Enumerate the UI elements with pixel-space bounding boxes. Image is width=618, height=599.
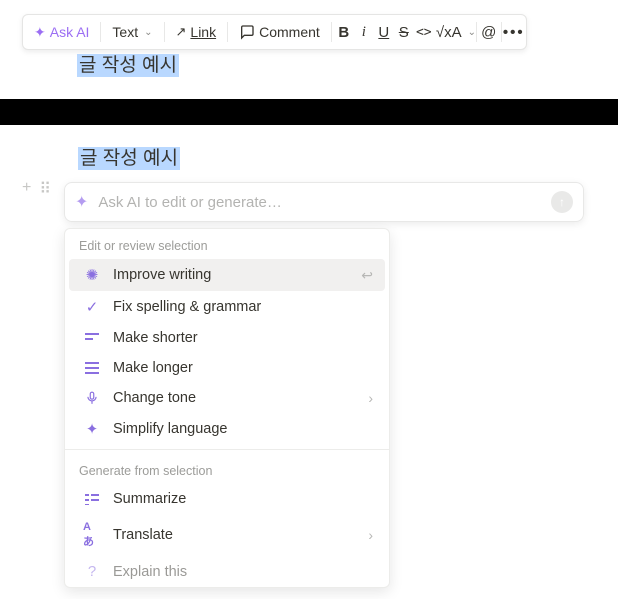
- translate-icon: Aあ: [83, 521, 101, 549]
- menu-label: Translate: [113, 527, 356, 543]
- image-separator: [0, 99, 618, 125]
- chevron-right-icon: ›: [368, 390, 373, 406]
- menu-label: Summarize: [113, 491, 373, 507]
- chevron-down-icon: ⌄: [144, 27, 152, 38]
- link-label: Link: [190, 24, 216, 40]
- code-label: <>: [416, 25, 432, 40]
- toolbar-separator: [164, 22, 165, 42]
- enter-icon: ↩: [361, 267, 373, 284]
- question-icon: ?: [83, 563, 101, 580]
- drag-handle-icon[interactable]: ⠿: [39, 179, 51, 199]
- block-gutter: + ⠿: [22, 179, 51, 199]
- menu-section-generate-header: Generate from selection: [65, 454, 389, 484]
- color-dropdown[interactable]: A ⌄: [455, 18, 473, 46]
- summarize-icon: [83, 493, 101, 505]
- speech-bubble-icon: [239, 24, 255, 40]
- ai-prompt-bar[interactable]: ✦ Ask AI to edit or generate… ↑: [64, 182, 584, 222]
- strike-button[interactable]: S: [395, 18, 413, 46]
- equation-label: √x: [436, 24, 452, 41]
- menu-item-fix-spelling[interactable]: ✓ Fix spelling & grammar: [69, 291, 385, 323]
- menu-item-make-shorter[interactable]: Make shorter: [69, 323, 385, 353]
- comment-button[interactable]: Comment: [231, 18, 328, 46]
- italic-label: i: [362, 24, 366, 41]
- arrow-up-icon: ↑: [559, 195, 565, 209]
- sparkle-icon: ✦: [34, 24, 46, 41]
- arrow-northeast-icon: ↗: [176, 24, 187, 40]
- menu-label: Simplify language: [113, 421, 373, 437]
- more-button[interactable]: •••: [505, 18, 523, 46]
- color-label: A: [452, 24, 462, 41]
- submit-button[interactable]: ↑: [551, 191, 573, 213]
- text-style-dropdown[interactable]: Text ⌄: [104, 18, 160, 46]
- comment-label: Comment: [259, 24, 320, 40]
- strike-label: S: [399, 24, 409, 41]
- toolbar-separator: [227, 22, 228, 42]
- floating-toolbar: ✦ Ask AI Text ⌄ ↗ Link Comment B i: [22, 14, 527, 50]
- selected-text-bottom[interactable]: 글 작성 예시: [78, 147, 180, 170]
- sparkle-icon: ✦: [75, 192, 88, 212]
- ask-ai-label: Ask AI: [50, 24, 90, 40]
- menu-item-summarize[interactable]: Summarize: [69, 484, 385, 514]
- menu-divider: [65, 449, 389, 450]
- menu-label: Make shorter: [113, 330, 373, 346]
- link-button[interactable]: ↗ Link: [168, 18, 225, 46]
- menu-label: Fix spelling & grammar: [113, 299, 373, 315]
- chevron-down-icon: ⌄: [468, 27, 476, 38]
- italic-button[interactable]: i: [355, 18, 373, 46]
- menu-label: Improve writing: [113, 267, 349, 283]
- menu-label: Change tone: [113, 390, 356, 406]
- more-label: •••: [503, 24, 525, 41]
- menu-section-edit-header: Edit or review selection: [65, 229, 389, 259]
- menu-item-change-tone[interactable]: Change tone ›: [69, 383, 385, 413]
- underline-button[interactable]: U: [375, 18, 393, 46]
- check-icon: ✓: [83, 298, 101, 316]
- mention-button[interactable]: @: [480, 18, 498, 46]
- underline-label: U: [378, 24, 389, 41]
- magic-icon: ✺: [83, 266, 101, 284]
- long-lines-icon: [83, 361, 101, 375]
- menu-item-make-longer[interactable]: Make longer: [69, 353, 385, 383]
- equation-button[interactable]: √x: [435, 18, 453, 46]
- toolbar-separator: [501, 22, 502, 42]
- code-button[interactable]: <>: [415, 18, 433, 46]
- menu-label: Make longer: [113, 360, 373, 376]
- chevron-right-icon: ›: [368, 527, 373, 543]
- text-style-label: Text: [112, 24, 138, 40]
- mention-label: @: [481, 24, 496, 41]
- microphone-icon: [83, 390, 101, 406]
- toolbar-separator: [476, 22, 477, 42]
- bold-label: B: [338, 24, 349, 41]
- menu-label: Explain this: [113, 564, 373, 580]
- toolbar-separator: [100, 22, 101, 42]
- menu-item-translate[interactable]: Aあ Translate ›: [69, 514, 385, 556]
- add-block-button[interactable]: +: [22, 179, 31, 199]
- menu-item-simplify[interactable]: ✦ Simplify language: [69, 413, 385, 445]
- selected-text-top[interactable]: 글 작성 예시: [77, 54, 179, 77]
- menu-item-explain[interactable]: ? Explain this: [69, 556, 385, 587]
- menu-item-improve-writing[interactable]: ✺ Improve writing ↩: [69, 259, 385, 291]
- bold-button[interactable]: B: [335, 18, 353, 46]
- ask-ai-button[interactable]: ✦ Ask AI: [26, 18, 97, 46]
- ai-menu: Edit or review selection ✺ Improve writi…: [64, 228, 390, 588]
- toolbar-separator: [331, 22, 332, 42]
- short-lines-icon: [83, 332, 101, 344]
- ai-prompt-placeholder: Ask AI to edit or generate…: [98, 194, 541, 211]
- sparkle-icon: ✦: [83, 420, 101, 438]
